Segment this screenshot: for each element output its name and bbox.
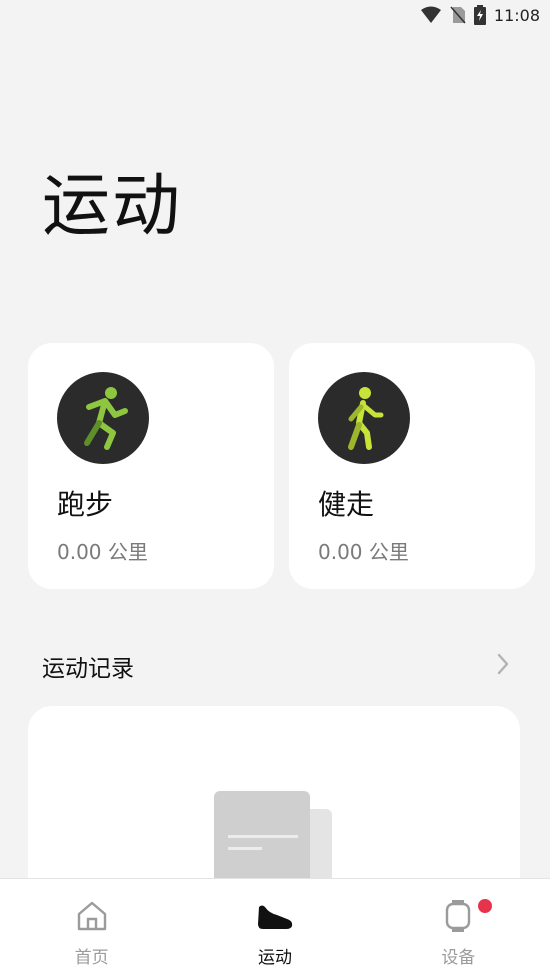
running-distance: 0.00 公里 bbox=[57, 540, 148, 564]
nav-workout[interactable]: 运动 bbox=[183, 879, 366, 979]
walking-card[interactable]: 健走 0.00 公里 bbox=[289, 343, 535, 589]
nav-home[interactable]: 首页 bbox=[0, 879, 183, 979]
running-icon bbox=[57, 372, 149, 464]
battery-charging-icon bbox=[473, 5, 486, 25]
no-sim-icon bbox=[450, 6, 466, 24]
status-bar: 11:08 bbox=[0, 0, 550, 30]
home-icon bbox=[75, 899, 109, 937]
status-time: 11:08 bbox=[493, 5, 540, 25]
records-title: 运动记录 bbox=[42, 656, 134, 682]
watch-icon bbox=[444, 899, 472, 937]
page-title: 运动 bbox=[42, 167, 183, 246]
bottom-nav: 首页 运动 设备 bbox=[0, 878, 550, 979]
sneaker-icon bbox=[255, 899, 295, 937]
walking-distance: 0.00 公里 bbox=[318, 540, 409, 564]
nav-device[interactable]: 设备 bbox=[367, 879, 550, 979]
running-card[interactable]: 跑步 0.00 公里 bbox=[28, 343, 274, 589]
walking-label: 健走 bbox=[318, 488, 375, 521]
records-header[interactable]: 运动记录 bbox=[42, 648, 510, 684]
running-label: 跑步 bbox=[57, 488, 114, 521]
nav-workout-label: 运动 bbox=[257, 948, 292, 968]
wifi-icon bbox=[420, 6, 442, 24]
notification-dot bbox=[478, 899, 493, 913]
walking-icon bbox=[318, 372, 410, 464]
chevron-right-icon[interactable] bbox=[496, 653, 510, 679]
nav-home-label: 首页 bbox=[74, 948, 109, 968]
nav-device-label: 设备 bbox=[441, 948, 476, 968]
